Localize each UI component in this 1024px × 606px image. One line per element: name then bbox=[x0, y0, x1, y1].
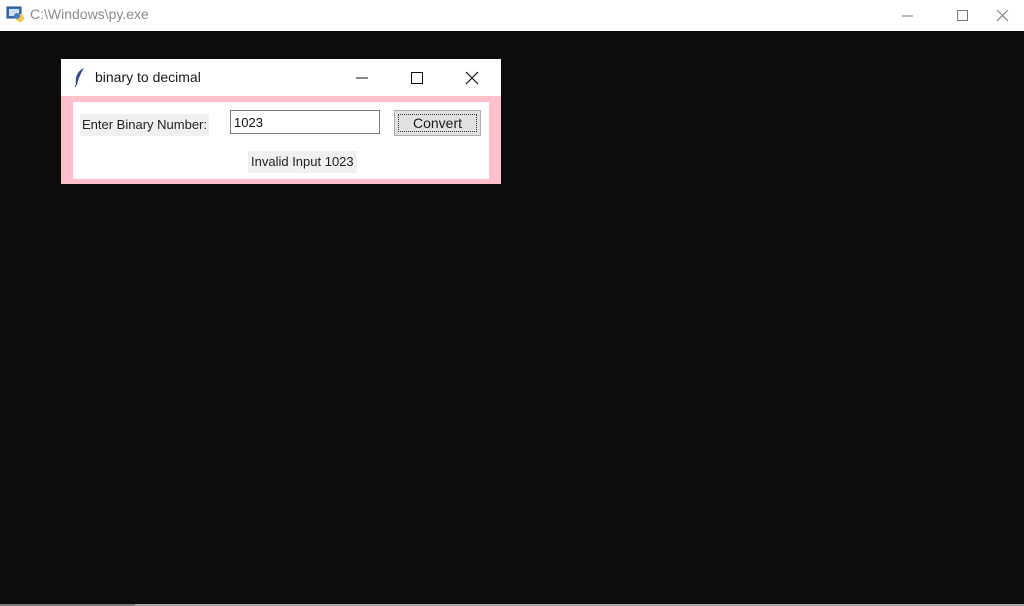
close-icon bbox=[465, 71, 479, 84]
console-minimize-button[interactable] bbox=[885, 0, 931, 31]
binary-to-decimal-window: binary to decimal Enter Binary Number: C… bbox=[61, 59, 501, 184]
minimize-icon bbox=[902, 15, 913, 16]
app-maximize-button[interactable] bbox=[394, 59, 440, 96]
convert-button[interactable]: Convert bbox=[394, 110, 481, 136]
minimize-icon bbox=[356, 77, 368, 78]
console-close-button[interactable] bbox=[980, 0, 1024, 31]
maximize-icon bbox=[411, 71, 423, 84]
app-titlebar: binary to decimal bbox=[61, 59, 501, 96]
convert-button-label: Convert bbox=[398, 114, 477, 132]
tk-feather-icon bbox=[74, 68, 84, 87]
result-label: Invalid Input 1023 bbox=[248, 151, 357, 173]
maximize-icon bbox=[957, 9, 968, 21]
app-minimize-button[interactable] bbox=[339, 59, 385, 96]
close-icon bbox=[997, 9, 1009, 21]
app-title: binary to decimal bbox=[95, 69, 201, 85]
app-close-button[interactable] bbox=[449, 59, 495, 96]
python-console-icon bbox=[6, 6, 24, 22]
console-titlebar: C:\Windows\py.exe bbox=[0, 0, 1024, 31]
binary-number-input[interactable] bbox=[230, 110, 380, 134]
binary-number-label: Enter Binary Number: bbox=[80, 114, 209, 136]
form-frame: Enter Binary Number: Convert Invalid Inp… bbox=[73, 102, 489, 179]
console-title: C:\Windows\py.exe bbox=[30, 6, 149, 22]
